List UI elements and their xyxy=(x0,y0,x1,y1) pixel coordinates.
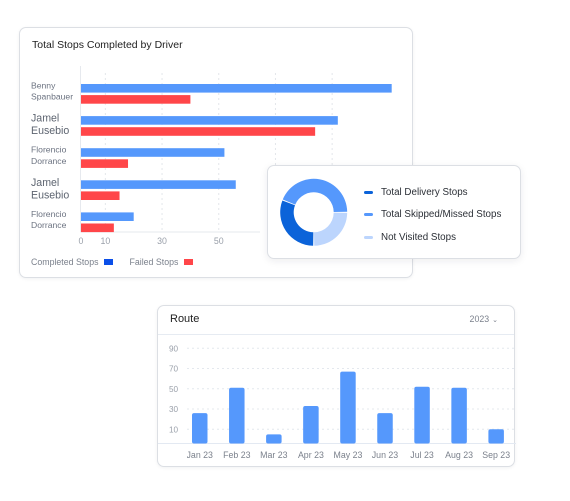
completed-bar xyxy=(81,148,225,157)
route-card: Route 2023 ⌄ 10 30 50 70 90 Jan 23 Feb 23 Mar 23… xyxy=(157,305,516,467)
legend-marker-not-visited xyxy=(364,235,373,239)
x-tick-label: Apr 23 xyxy=(298,450,324,460)
x-tick-label: Feb 23 xyxy=(223,450,250,460)
route-bar xyxy=(377,413,393,444)
route-bar xyxy=(414,386,430,444)
failed-bar xyxy=(81,223,114,233)
x-tick-label: 50 xyxy=(214,236,224,246)
legend-not-visited-stops[interactable]: Not Visited Stops xyxy=(364,226,501,249)
y-tick-label: 10 xyxy=(169,425,179,434)
legend-label: Completed Stops xyxy=(31,257,99,267)
legend-swatch-failed xyxy=(184,259,194,265)
x-tick-label: Jun 23 xyxy=(372,450,399,460)
driver-label-line: Eusebio xyxy=(31,189,69,201)
x-tick-label: 10 xyxy=(100,236,110,246)
legend-label: Total Delivery Stops xyxy=(381,186,468,198)
x-tick-label: 0 xyxy=(79,236,84,246)
route-bars: Jan 23 Feb 23 Mar 23 Apr 23 May 23 Jun 23 Jul … xyxy=(187,371,510,460)
x-tick-label: Jul 23 xyxy=(410,450,434,460)
failed-bar xyxy=(81,127,316,136)
driver-label: Jamel Eusebio xyxy=(31,113,69,138)
route-bar xyxy=(488,429,504,444)
driver-label: Florencio Dorrance xyxy=(31,209,67,230)
route-bar xyxy=(229,387,245,444)
y-tick-label: 50 xyxy=(169,385,179,394)
legend-swatch-completed xyxy=(104,259,114,265)
legend-label: Failed Stops xyxy=(129,257,179,267)
legend-marker-delivery xyxy=(364,190,373,194)
failed-bar xyxy=(81,191,120,200)
x-tick-label: May 23 xyxy=(334,450,363,460)
driver-label-line: Jamel xyxy=(31,113,59,125)
driver-label-line: Jamel xyxy=(31,177,59,189)
route-bar xyxy=(303,405,319,444)
x-tick-label: Aug 23 xyxy=(445,450,473,460)
completed-bar xyxy=(81,84,392,93)
legend-skipped-stops[interactable]: Total Skipped/Missed Stops xyxy=(364,204,501,227)
driver-label-line: Dorrance xyxy=(31,156,67,166)
driver-label-line: Florencio xyxy=(31,145,67,155)
completed-bar xyxy=(81,180,236,189)
driver-label: Florencio Dorrance xyxy=(31,145,67,166)
completed-bar xyxy=(81,212,134,221)
x-tick-label: Sep 23 xyxy=(482,450,510,460)
x-tick-label: Mar 23 xyxy=(260,450,287,460)
legend-label: Not Visited Stops xyxy=(381,231,456,243)
donut-legend: Total Delivery Stops Total Skipped/Misse… xyxy=(364,181,501,249)
route-bar xyxy=(451,387,467,444)
driver-label: Jamel Eusebio xyxy=(31,177,69,202)
route-bar xyxy=(340,371,356,444)
route-bar xyxy=(192,413,208,444)
driver-label-line: Florencio xyxy=(31,209,67,219)
driver-label-line: Benny xyxy=(31,81,56,91)
donut-slice-not-visited xyxy=(314,212,348,246)
driver-label-line: Dorrance xyxy=(31,220,67,230)
legend-failed-stops[interactable]: Failed Stops xyxy=(129,257,194,267)
completed-bar xyxy=(81,116,338,125)
driver-label-line: Eusebio xyxy=(31,125,69,137)
x-tick-label: Jan 23 xyxy=(187,450,214,460)
route-bar xyxy=(266,434,282,444)
stops-donut-card: Total Delivery Stops Total Skipped/Misse… xyxy=(267,165,521,259)
driver-label: Benny Spanbauer xyxy=(31,81,73,102)
legend-marker-skipped xyxy=(364,213,373,217)
driver-chart-legend: Completed Stops Failed Stops xyxy=(31,257,194,267)
legend-label: Total Skipped/Missed Stops xyxy=(381,209,502,221)
y-tick-label: 30 xyxy=(169,405,179,414)
y-tick-label: 90 xyxy=(169,344,179,353)
legend-completed-stops[interactable]: Completed Stops xyxy=(31,257,114,267)
route-bar-chart: 10 30 50 70 90 Jan 23 Feb 23 Mar 23 Apr 23 May 23… xyxy=(158,344,516,460)
donut-slice-delivery xyxy=(280,200,314,246)
legend-delivery-stops[interactable]: Total Delivery Stops xyxy=(364,181,501,204)
failed-bar xyxy=(81,159,129,168)
stops-donut-chart xyxy=(280,178,348,246)
y-tick-label: 70 xyxy=(169,365,179,374)
failed-bar xyxy=(81,95,191,104)
x-tick-label: 30 xyxy=(157,236,167,246)
driver-label-line: Spanbauer xyxy=(31,92,73,102)
